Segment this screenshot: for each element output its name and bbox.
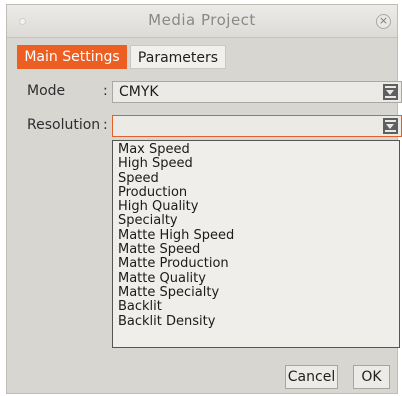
window-title: Media Project <box>148 11 256 29</box>
resolution-option[interactable]: Max Speed <box>113 142 399 157</box>
resolution-option[interactable]: High Speed <box>113 156 399 171</box>
mode-dropdown-arrow-icon[interactable] <box>383 84 398 100</box>
resolution-option[interactable]: Specialty <box>113 214 399 229</box>
resolution-option[interactable]: High Quality <box>113 199 399 214</box>
resolution-option[interactable]: Matte Quality <box>113 271 399 286</box>
resolution-colon: : <box>103 117 108 133</box>
resolution-option[interactable]: Backlit <box>113 299 399 314</box>
tab-main-settings[interactable]: Main Settings <box>17 45 127 69</box>
mode-label: Mode <box>27 83 66 99</box>
resolution-option[interactable]: Production <box>113 185 399 200</box>
resolution-option[interactable]: Matte Production <box>113 257 399 272</box>
resolution-option[interactable]: Speed <box>113 171 399 186</box>
resolution-option[interactable]: Matte Specialty <box>113 285 399 300</box>
resolution-dropdown[interactable] <box>112 115 402 137</box>
resolution-options-list: Max Speed High Speed Speed Production Hi… <box>112 140 400 348</box>
media-project-dialog: Media Project × Main Settings Parameters… <box>6 4 402 394</box>
mode-colon: : <box>103 83 108 99</box>
resolution-option[interactable]: Matte Speed <box>113 242 399 257</box>
cancel-button[interactable]: Cancel <box>285 365 338 389</box>
close-button[interactable]: × <box>376 14 391 29</box>
resolution-dropdown-arrow-icon[interactable] <box>383 118 398 134</box>
title-bar[interactable]: Media Project × <box>7 5 397 38</box>
mode-value: CMYK <box>119 84 159 100</box>
ok-button[interactable]: OK <box>353 365 390 389</box>
resolution-option[interactable]: Matte High Speed <box>113 228 399 243</box>
resolution-label: Resolution <box>27 117 101 133</box>
tab-parameters[interactable]: Parameters <box>130 45 226 69</box>
resolution-option[interactable]: Backlit Density <box>113 314 399 329</box>
mode-dropdown[interactable]: CMYK <box>112 81 402 103</box>
